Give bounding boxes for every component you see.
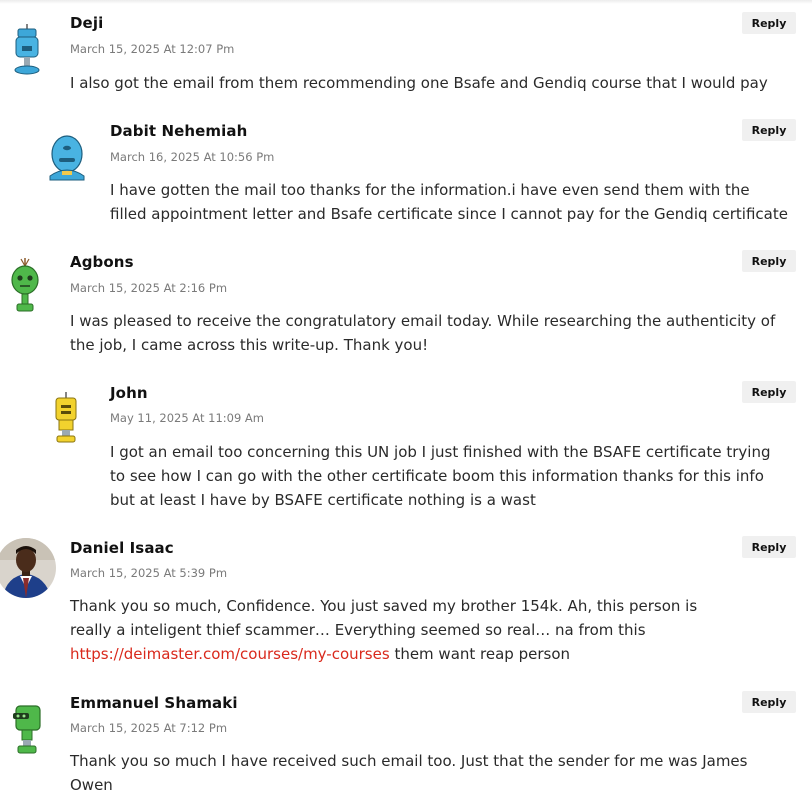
comment-author: Daniel Isaac [70,539,174,557]
comment-text: Thank you so much, Confidence. You just … [70,594,738,666]
comment-text-part: Thank you so much, Confidence. You just … [70,597,698,639]
reply-button[interactable]: Reply [742,536,796,558]
comment-text: Thank you so much I have received such e… [70,752,748,794]
comment-author: John [110,384,148,402]
reply-button[interactable]: Reply [742,250,796,272]
comment-author: Emmanuel Shamaki [70,694,238,712]
green-robot-avatar [10,704,44,756]
yellow-robot-avatar [50,392,82,446]
reply-button[interactable]: Reply [742,119,796,141]
comment-date: March 15, 2025 At 12:07 Pm [70,42,235,56]
blue-robot-avatar [46,134,88,184]
blue-robot-avatar [12,24,42,78]
comment-date: March 16, 2025 At 10:56 Pm [110,150,275,164]
comment-date: May 11, 2025 At 11:09 Am [110,411,264,425]
comment-author: Agbons [70,253,134,271]
course-link[interactable]: https://deimaster.com/courses/my-courses [70,645,390,663]
reply-button[interactable]: Reply [742,12,796,34]
green-robot-avatar [8,258,42,316]
reply-button[interactable]: Reply [742,691,796,713]
top-shadow [0,0,812,4]
user-photo-avatar [0,538,56,600]
comment-text: I have gotten the mail too thanks for th… [110,181,788,223]
comment-date: March 15, 2025 At 2:16 Pm [70,281,228,295]
comment-date: March 15, 2025 At 5:39 Pm [70,566,228,580]
comment-text-part: them want reap person [389,645,571,663]
reply-button[interactable]: Reply [742,381,796,403]
comment-date: March 15, 2025 At 7:12 Pm [70,721,228,735]
comment-text: I was pleased to receive the congratulat… [70,312,776,354]
comment-text: I also got the email from them recommend… [70,74,768,92]
comment-author: Dabit Nehemiah [110,122,248,140]
comment-text: I got an email too concerning this UN jo… [110,443,771,509]
comment-author: Deji [70,14,104,32]
